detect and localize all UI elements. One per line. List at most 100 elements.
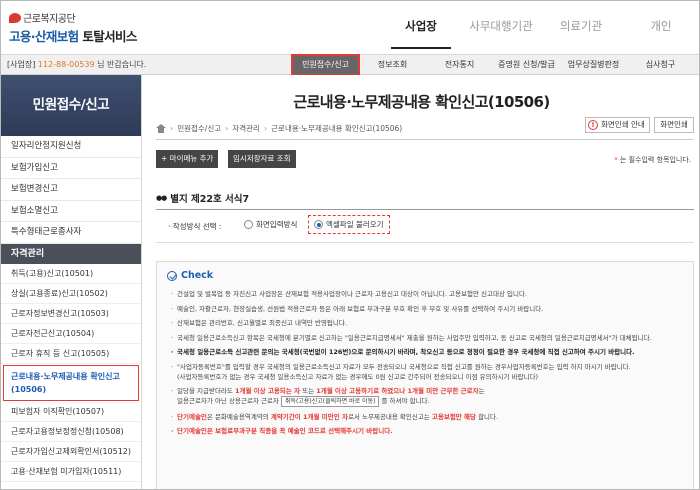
notice-item: 국세청 일용근로소득 신고관련 문의는 국세청(국번없이 126번)으로 문의하… [171, 347, 689, 357]
notice-highlight: 1개월 이상 고용하기로 하였으나 1개월 미만 근무한 근로자 [316, 387, 479, 395]
check-header: Check [167, 270, 213, 281]
breadcrumb-separator: › [170, 124, 174, 133]
site-header: 근로복지공단 고용·산재보험 토탈서비스 사업장 사무대행기관 의료기관 개인 [1, 1, 699, 55]
method-option-excel[interactable]: 엑셀파일 불러오기 [308, 215, 390, 234]
top-nav: 사업장 사무대행기관 의료기관 개인 [381, 1, 699, 55]
sidebar-item-insurance-end[interactable]: 보험소멸신고 [1, 201, 141, 222]
service-name-blue: 고용·산재보험 [9, 29, 79, 44]
notice-item: 일당을 지급받더라도 1개월 이상 고용되는 자 또는 1개월 이상 고용하기로… [171, 386, 689, 407]
notice-text: 일용근로자가 아닌 상용근로자 근로자 [177, 397, 279, 405]
alert-icon: ! [588, 120, 598, 130]
notice-item: 단기예술인은 문화예술용역계약의 계약기간이 1개월 미만인 자로서 노무제공내… [171, 412, 689, 422]
notice-item: "사업자등록번호"를 입력할 경우 국세청의 일용근로소득신고 자료가 모두 전… [171, 362, 689, 382]
radio-excel-upload[interactable] [314, 220, 323, 229]
notice-text: 일당을 지급받더라도 [177, 387, 235, 395]
required-note-text: 는 필수입력 항목입니다. [619, 156, 691, 164]
notice-text: 은 문화예술용역계약의 [206, 412, 271, 421]
org-name: 근로복지공단 [23, 14, 76, 25]
notice-list: 건설업 및 벌목업 등 자진신고 사업장은 산재보험 적용사업장이나 근로자 고… [171, 289, 689, 441]
main-menu: 민원접수/신고 정보조회 전자통지 증명원 신청/발급 업무상질병판정 심사청구 [291, 54, 694, 76]
notice-item: 예술인, 자활근로자, 현장실습생, 선원법 적용근로자 등은 아래 보험료 부… [171, 304, 689, 314]
sidebar-sub-leave[interactable]: 근로자 휴직 등 신고(10505) [1, 344, 141, 364]
notice-text: 를 하셔야 합니다. [381, 397, 430, 405]
notice-item: 산재보험은 관리번호, 신고월별로 최종신고 내역만 반영됩니다. [171, 318, 689, 328]
notice-item: 단기예술인은 보험료부과구분 직종을 꼭 예술인 코드로 선택해주시기 바랍니다… [171, 426, 689, 436]
sidebar-sub-exclusion-confirm[interactable]: 근로자가입신고제외확인서(10512) [1, 442, 141, 462]
breadcrumb: › 민원접수/신고 › 자격관리 › 근로내용·노무제공내용 확인신고(1050… [156, 123, 402, 134]
add-my-menu-button[interactable]: + 마이메뉴 추가 [156, 150, 219, 168]
menu-info-inquiry[interactable]: 정보조회 [359, 55, 426, 75]
notice-highlight: 단기예술인 [177, 412, 207, 421]
sidebar-sub-work-content-report[interactable]: 근로내용·노무제공내용 확인신고(10506) [3, 364, 139, 401]
check-notice-box: Check 건설업 및 벌목업 등 자진신고 사업장은 산재보험 적용사업장이나… [156, 261, 694, 489]
sidebar-sub-loss[interactable]: 상실(고용종료)신고(10502) [1, 284, 141, 304]
site-logo[interactable]: 근로복지공단 고용·산재보험 토탈서비스 [9, 10, 137, 45]
breadcrumb-item[interactable]: 자격관리 [232, 123, 260, 134]
menu-complaint-report[interactable]: 민원접수/신고 [291, 54, 360, 76]
main-content: 근로내용·노무제공내용 확인신고(10506) › 민원접수/신고 › 자격관리… [142, 75, 699, 489]
check-circle-icon [167, 270, 177, 281]
method-option-screen[interactable]: 화면입력방식 [244, 219, 297, 230]
temp-save-inquiry-button[interactable]: 임시저장자료 조회 [228, 150, 296, 168]
sidebar-sub-separation-confirm[interactable]: 피보험자 이직확인(10507) [1, 402, 141, 422]
notice-highlight: 계약기간이 1개월 미만인 자 [270, 412, 348, 421]
section-title-text: 별지 제22호 서식7 [170, 194, 250, 205]
top-nav-agency[interactable]: 사무대행기관 [461, 1, 541, 55]
page-title: 근로내용·노무제공내용 확인신고(10506) [293, 93, 550, 111]
sidebar-section-qualification[interactable]: 자격관리 [1, 243, 141, 264]
sidebar-item-insurance-join[interactable]: 보험가입신고 [1, 158, 141, 179]
notice-item: 국세청 일용근로소득신고 항목은 국세청에 분기별로 신고하는 "일용근로지급명… [171, 333, 689, 343]
print-button[interactable]: 화면인쇄 [654, 117, 694, 133]
sidebar-sub-uninsured[interactable]: 고용·산재보험 미가입자(10511) [1, 462, 141, 482]
service-name-dark: 토탈서비스 [82, 29, 137, 44]
sidebar: 민원접수/신고 일자리안정지원신청 보험가입신고 보험변경신고 보험소멸신고 특… [1, 75, 142, 489]
method-option-screen-label: 화면입력방식 [256, 220, 298, 229]
breadcrumb-current: 근로내용·노무제공내용 확인신고(10506) [271, 124, 403, 133]
notice-text: "사업자등록번호"를 입력할 경우 국세청의 일용근로소득신고 자료가 모두 전… [177, 362, 631, 371]
method-option-excel-label: 엑셀파일 불러오기 [326, 220, 384, 229]
check-title: Check [181, 270, 214, 281]
method-label: · 작성방식 선택 : [168, 222, 222, 231]
section-title: ●● 별지 제22호 서식7 [156, 191, 249, 205]
menu-certificate[interactable]: 증명원 신청/발급 [493, 55, 560, 75]
workplace-greeting: [사업장] 112-88-00539 님 반갑습니다. [7, 59, 146, 70]
sidebar-item-job-stability[interactable]: 일자리안정지원신청 [1, 136, 141, 158]
comwel-logo-icon [9, 12, 21, 23]
workplace-suffix: 님 반갑습니다. [97, 60, 147, 69]
menu-e-notice[interactable]: 전자통지 [426, 55, 493, 75]
top-nav-medical[interactable]: 의료기관 [541, 1, 621, 55]
sub-menu-bar: [사업장] 112-88-00539 님 반갑습니다. 민원접수/신고 정보조회… [1, 54, 699, 76]
breadcrumb-item[interactable]: 민원접수/신고 [177, 123, 221, 134]
sidebar-item-special-workers[interactable]: 특수형태근로종사자 [1, 222, 141, 244]
radio-screen-input[interactable] [244, 220, 253, 229]
sidebar-sub-transfer[interactable]: 근로자전근신고(10504) [1, 324, 141, 344]
sidebar-title: 민원접수/신고 [1, 75, 141, 136]
breadcrumb-separator: › [225, 124, 229, 133]
notice-highlight: 1개월 이상 고용되는 자 [234, 387, 301, 395]
top-nav-workplace[interactable]: 사업장 [381, 1, 461, 55]
required-note: * 는 필수입력 항목입니다. [614, 155, 691, 165]
service-name: 고용·산재보험 토탈서비스 [9, 26, 137, 45]
sidebar-item-insurance-change[interactable]: 보험변경신고 [1, 179, 141, 201]
notice-highlight: 고용보험만 해당 [431, 412, 477, 421]
breadcrumb-separator: › [263, 124, 268, 133]
sidebar-sub-employment-correction[interactable]: 근로자고용정보정정신청(10508) [1, 422, 141, 442]
title-divider [156, 139, 694, 140]
home-icon[interactable] [156, 124, 166, 133]
workplace-prefix: [사업장] [7, 60, 36, 69]
notice-item: 건설업 및 벌목업 등 자진신고 사업장은 산재보험 적용사업장이나 근로자 고… [171, 289, 689, 299]
menu-disease-judgment[interactable]: 업무상질병판정 [560, 55, 627, 75]
workplace-number: 112-88-00539 [37, 60, 95, 69]
required-star: * [614, 156, 618, 164]
notice-text: 로서 노무제공내용 확인신고는 [347, 412, 432, 421]
print-guide-button[interactable]: ! 화면인쇄 안내 [585, 117, 650, 133]
go-acquisition-button[interactable]: 취득(고용)신고(클릭하면 바로 이동) [280, 396, 380, 407]
sidebar-sub-acquisition[interactable]: 취득(고용)신고(10501) [1, 264, 141, 284]
sidebar-sub-info-change[interactable]: 근로자정보변경신고(10503) [1, 304, 141, 324]
section-bullet-icon: ●● [156, 194, 167, 202]
notice-text: 는 [478, 387, 485, 395]
print-guide-label: 화면인쇄 안내 [601, 120, 645, 129]
menu-review-request[interactable]: 심사청구 [627, 55, 694, 75]
notice-text: 또는 [300, 387, 317, 395]
top-nav-personal[interactable]: 개인 [621, 1, 699, 55]
